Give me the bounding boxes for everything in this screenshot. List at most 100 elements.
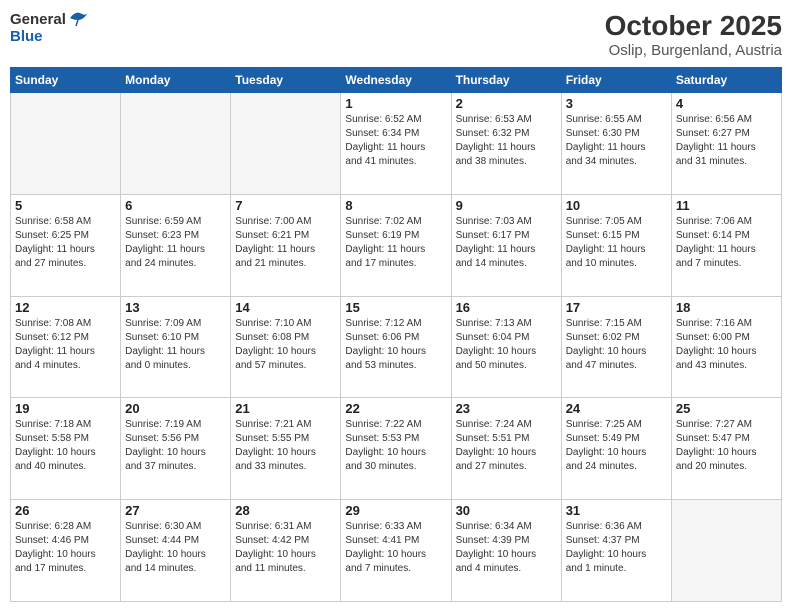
- calendar-cell: 11 Sunrise: 7:06 AM Sunset: 6:14 PM Dayli…: [671, 194, 781, 296]
- weekday-header-saturday: Saturday: [671, 68, 781, 93]
- day-info: Sunrise: 7:21 AM Sunset: 5:55 PM Dayligh…: [235, 418, 336, 474]
- header: General Blue October 2025 Oslip, Burgenl…: [10, 10, 782, 59]
- day-number: 14: [235, 300, 336, 315]
- day-number: 15: [345, 300, 446, 315]
- calendar-cell: 13 Sunrise: 7:09 AM Sunset: 6:10 PM Dayli…: [121, 296, 231, 398]
- day-number: 8: [345, 198, 446, 213]
- weekday-header-tuesday: Tuesday: [231, 68, 341, 93]
- day-number: 11: [676, 198, 777, 213]
- calendar-cell: 1Sunrise: 6:52 AM Sunset: 6:34 PM Daylig…: [341, 93, 451, 195]
- day-number: 21: [235, 401, 336, 416]
- logo-general-text: General: [10, 11, 66, 28]
- day-info: Sunrise: 6:34 AM Sunset: 4:39 PM Dayligh…: [456, 520, 557, 576]
- calendar-cell: 17 Sunrise: 7:15 AM Sunset: 6:02 PM Dayli…: [561, 296, 671, 398]
- day-number: 4: [676, 96, 777, 111]
- day-info: Sunrise: 7:22 AM Sunset: 5:53 PM Dayligh…: [345, 418, 446, 474]
- day-info: Sunrise: 7:25 AM Sunset: 5:49 PM Dayligh…: [566, 418, 667, 474]
- day-info: Sunrise: 7:15 AM Sunset: 6:02 PM Dayligh…: [566, 317, 667, 373]
- logo-bird-icon: [68, 10, 90, 28]
- calendar-cell: 9 Sunrise: 7:03 AM Sunset: 6:17 PM Daylig…: [451, 194, 561, 296]
- day-info: Sunrise: 7:02 AM Sunset: 6:19 PM Dayligh…: [345, 215, 446, 271]
- day-info: Sunrise: 7:19 AM Sunset: 5:56 PM Dayligh…: [125, 418, 226, 474]
- calendar-cell: [11, 93, 121, 195]
- calendar-week-row: 19 Sunrise: 7:18 AM Sunset: 5:58 PM Dayli…: [11, 398, 782, 500]
- calendar-cell: 4Sunrise: 6:56 AM Sunset: 6:27 PM Daylig…: [671, 93, 781, 195]
- day-info: Sunrise: 6:33 AM Sunset: 4:41 PM Dayligh…: [345, 520, 446, 576]
- day-number: 20: [125, 401, 226, 416]
- day-number: 27: [125, 503, 226, 518]
- day-info: Sunrise: 6:59 AM Sunset: 6:23 PM Dayligh…: [125, 215, 226, 271]
- day-info: Sunrise: 7:06 AM Sunset: 6:14 PM Dayligh…: [676, 215, 777, 271]
- calendar-cell: 20 Sunrise: 7:19 AM Sunset: 5:56 PM Dayli…: [121, 398, 231, 500]
- day-number: 3: [566, 96, 667, 111]
- weekday-header-friday: Friday: [561, 68, 671, 93]
- calendar-cell: 8 Sunrise: 7:02 AM Sunset: 6:19 PM Daylig…: [341, 194, 451, 296]
- day-number: 9: [456, 198, 557, 213]
- calendar-cell: 25 Sunrise: 7:27 AM Sunset: 5:47 PM Dayli…: [671, 398, 781, 500]
- calendar-cell: 21 Sunrise: 7:21 AM Sunset: 5:55 PM Dayli…: [231, 398, 341, 500]
- day-number: 18: [676, 300, 777, 315]
- day-info: Sunrise: 7:13 AM Sunset: 6:04 PM Dayligh…: [456, 317, 557, 373]
- calendar-cell: 7Sunrise: 7:00 AM Sunset: 6:21 PM Daylig…: [231, 194, 341, 296]
- calendar-cell: 10Sunrise: 7:05 AM Sunset: 6:15 PM Dayli…: [561, 194, 671, 296]
- calendar-cell: 27 Sunrise: 6:30 AM Sunset: 4:44 PM Dayli…: [121, 500, 231, 602]
- day-number: 12: [15, 300, 116, 315]
- day-info: Sunrise: 6:52 AM Sunset: 6:34 PM Dayligh…: [345, 113, 446, 169]
- day-info: Sunrise: 6:36 AM Sunset: 4:37 PM Dayligh…: [566, 520, 667, 576]
- day-number: 31: [566, 503, 667, 518]
- logo: General Blue: [10, 10, 90, 45]
- day-number: 22: [345, 401, 446, 416]
- day-info: Sunrise: 7:08 AM Sunset: 6:12 PM Dayligh…: [15, 317, 116, 373]
- weekday-header-sunday: Sunday: [11, 68, 121, 93]
- day-number: 7: [235, 198, 336, 213]
- title-block: October 2025 Oslip, Burgenland, Austria: [605, 10, 782, 59]
- calendar-cell: 14 Sunrise: 7:10 AM Sunset: 6:08 PM Dayli…: [231, 296, 341, 398]
- calendar-cell: 3 Sunrise: 6:55 AM Sunset: 6:30 PM Daylig…: [561, 93, 671, 195]
- calendar-cell: 2Sunrise: 6:53 AM Sunset: 6:32 PM Daylig…: [451, 93, 561, 195]
- calendar-cell: 22 Sunrise: 7:22 AM Sunset: 5:53 PM Dayli…: [341, 398, 451, 500]
- day-number: 25: [676, 401, 777, 416]
- day-info: Sunrise: 7:18 AM Sunset: 5:58 PM Dayligh…: [15, 418, 116, 474]
- month-title: October 2025: [605, 10, 782, 42]
- calendar-week-row: 26Sunrise: 6:28 AM Sunset: 4:46 PM Dayli…: [11, 500, 782, 602]
- day-info: Sunrise: 6:55 AM Sunset: 6:30 PM Dayligh…: [566, 113, 667, 169]
- calendar-cell: 6 Sunrise: 6:59 AM Sunset: 6:23 PM Daylig…: [121, 194, 231, 296]
- day-info: Sunrise: 7:12 AM Sunset: 6:06 PM Dayligh…: [345, 317, 446, 373]
- calendar-week-row: 1Sunrise: 6:52 AM Sunset: 6:34 PM Daylig…: [11, 93, 782, 195]
- calendar-cell: 5Sunrise: 6:58 AM Sunset: 6:25 PM Daylig…: [11, 194, 121, 296]
- day-info: Sunrise: 6:30 AM Sunset: 4:44 PM Dayligh…: [125, 520, 226, 576]
- calendar-cell: [121, 93, 231, 195]
- location-title: Oslip, Burgenland, Austria: [605, 42, 782, 59]
- day-number: 30: [456, 503, 557, 518]
- day-info: Sunrise: 7:03 AM Sunset: 6:17 PM Dayligh…: [456, 215, 557, 271]
- calendar-cell: 19 Sunrise: 7:18 AM Sunset: 5:58 PM Dayli…: [11, 398, 121, 500]
- day-number: 6: [125, 198, 226, 213]
- calendar-cell: 16 Sunrise: 7:13 AM Sunset: 6:04 PM Dayli…: [451, 296, 561, 398]
- day-info: Sunrise: 7:27 AM Sunset: 5:47 PM Dayligh…: [676, 418, 777, 474]
- day-number: 23: [456, 401, 557, 416]
- calendar-cell: 29Sunrise: 6:33 AM Sunset: 4:41 PM Dayli…: [341, 500, 451, 602]
- calendar-cell: 23Sunrise: 7:24 AM Sunset: 5:51 PM Dayli…: [451, 398, 561, 500]
- day-info: Sunrise: 7:16 AM Sunset: 6:00 PM Dayligh…: [676, 317, 777, 373]
- day-number: 10: [566, 198, 667, 213]
- calendar-cell: [671, 500, 781, 602]
- day-number: 13: [125, 300, 226, 315]
- logo-blue-text: Blue: [10, 28, 43, 45]
- day-info: Sunrise: 7:10 AM Sunset: 6:08 PM Dayligh…: [235, 317, 336, 373]
- weekday-header-monday: Monday: [121, 68, 231, 93]
- calendar-cell: 31 Sunrise: 6:36 AM Sunset: 4:37 PM Dayli…: [561, 500, 671, 602]
- day-number: 17: [566, 300, 667, 315]
- weekday-header-thursday: Thursday: [451, 68, 561, 93]
- day-info: Sunrise: 6:58 AM Sunset: 6:25 PM Dayligh…: [15, 215, 116, 271]
- day-number: 24: [566, 401, 667, 416]
- day-info: Sunrise: 7:09 AM Sunset: 6:10 PM Dayligh…: [125, 317, 226, 373]
- day-number: 2: [456, 96, 557, 111]
- calendar-cell: 28Sunrise: 6:31 AM Sunset: 4:42 PM Dayli…: [231, 500, 341, 602]
- day-number: 16: [456, 300, 557, 315]
- calendar-cell: 12 Sunrise: 7:08 AM Sunset: 6:12 PM Dayli…: [11, 296, 121, 398]
- day-number: 19: [15, 401, 116, 416]
- day-number: 28: [235, 503, 336, 518]
- calendar-cell: 26Sunrise: 6:28 AM Sunset: 4:46 PM Dayli…: [11, 500, 121, 602]
- calendar-table: SundayMondayTuesdayWednesdayThursdayFrid…: [10, 67, 782, 602]
- calendar-cell: 15 Sunrise: 7:12 AM Sunset: 6:06 PM Dayli…: [341, 296, 451, 398]
